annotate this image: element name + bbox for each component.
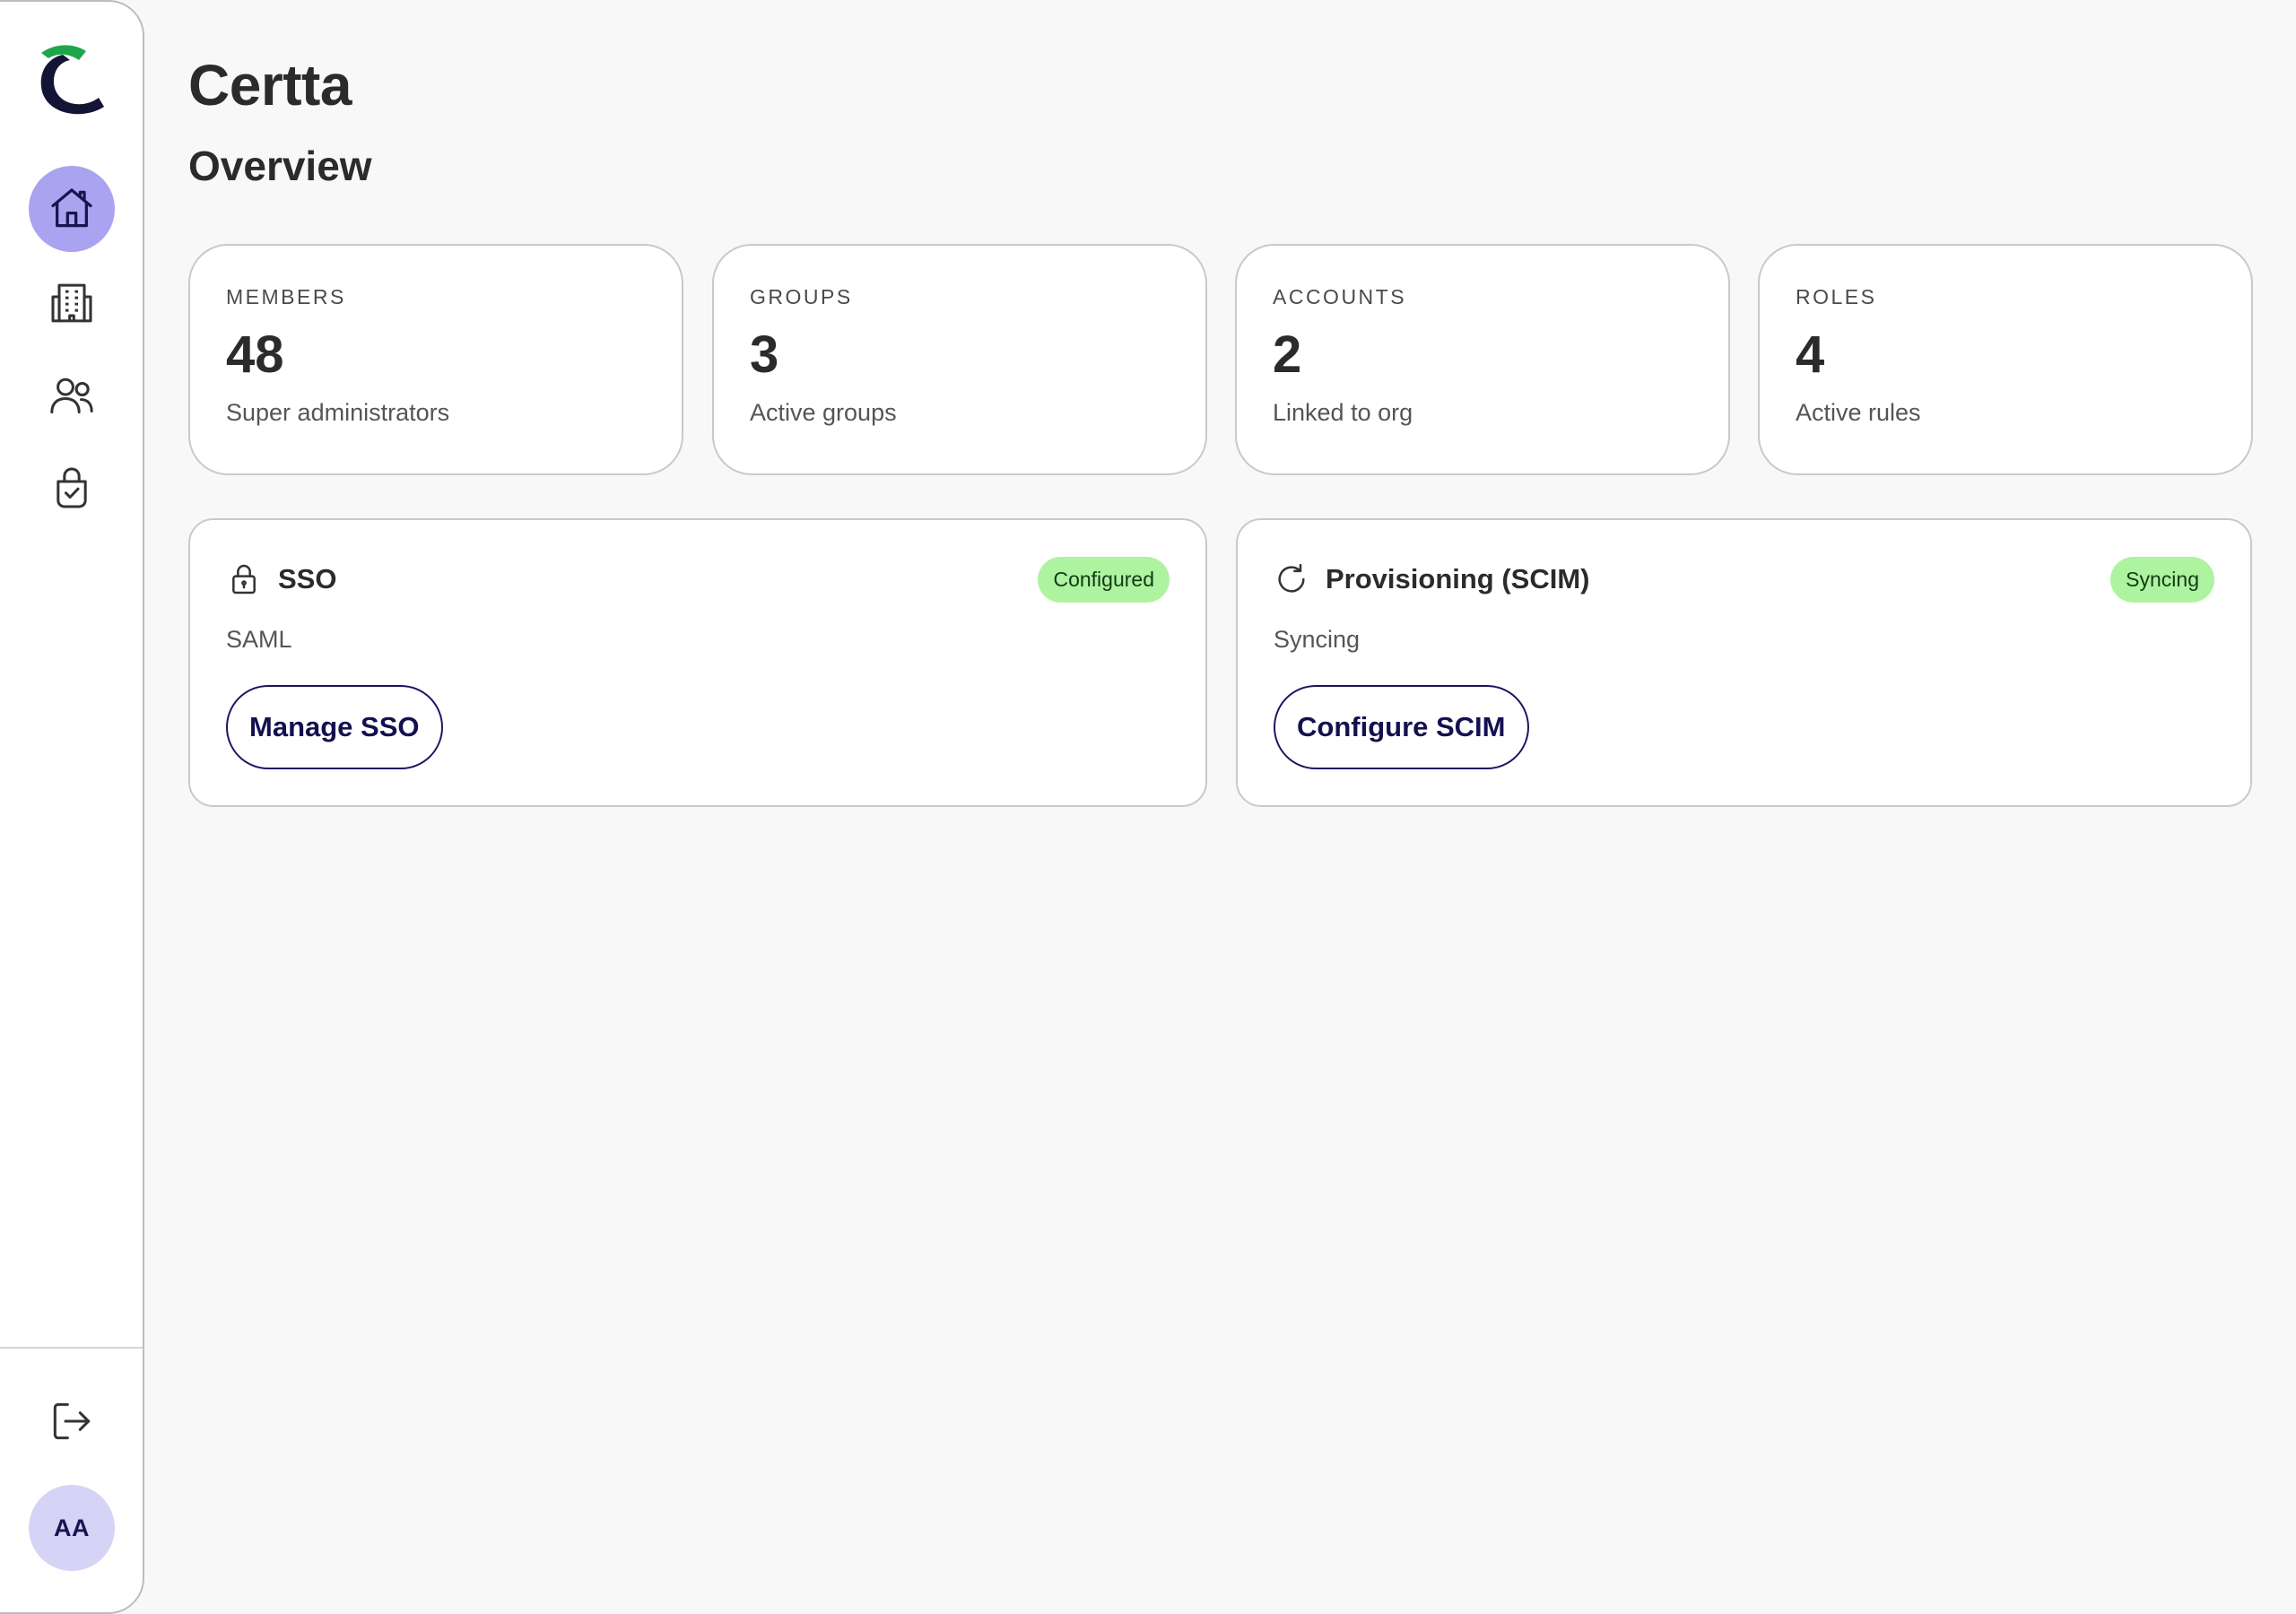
home-icon xyxy=(51,188,92,228)
stat-card-groups: GROUPS 3 Active groups xyxy=(712,244,1207,475)
sidebar-divider xyxy=(0,1347,143,1349)
sidebar-item-organizations[interactable] xyxy=(29,260,115,346)
sso-protocol: SAML xyxy=(226,626,292,653)
avatar[interactable]: AA xyxy=(29,1485,115,1571)
logout-button[interactable] xyxy=(29,1378,115,1464)
scim-status-badge: Syncing xyxy=(2110,556,2214,603)
scim-status-text: Syncing xyxy=(1274,626,1361,653)
stat-label: ACCOUNTS xyxy=(1273,285,1407,308)
app-title: Certta xyxy=(188,53,352,117)
lock-icon xyxy=(232,564,256,594)
stat-value: 3 xyxy=(750,325,779,384)
certta-logo-icon[interactable] xyxy=(36,42,108,118)
sso-card-header: SSO Configured xyxy=(226,556,1170,603)
scim-card: Provisioning (SCIM) Syncing Syncing Conf… xyxy=(1236,518,2252,807)
stat-label: ROLES xyxy=(1796,285,1877,308)
page-title: Overview xyxy=(188,143,372,189)
sidebar-item-security[interactable] xyxy=(29,445,115,531)
stat-subtitle: Active rules xyxy=(1796,399,1921,426)
logout-icon xyxy=(53,1402,91,1440)
stat-subtitle: Super administrators xyxy=(226,399,450,426)
manage-sso-button[interactable]: Manage SSO xyxy=(226,685,443,769)
stat-value: 48 xyxy=(226,325,284,384)
stat-value: 2 xyxy=(1273,325,1302,384)
sso-status-badge: Configured xyxy=(1038,556,1170,603)
refresh-icon xyxy=(1278,563,1305,593)
users-icon xyxy=(50,377,93,414)
sidebar: AA xyxy=(0,0,144,1614)
sso-card: SSO Configured SAML Manage SSO xyxy=(188,518,1207,807)
scim-title: Provisioning (SCIM) xyxy=(1326,563,1590,594)
stat-subtitle: Active groups xyxy=(750,399,897,426)
scim-card-header: Provisioning (SCIM) Syncing xyxy=(1274,556,2214,603)
stat-card-accounts: ACCOUNTS 2 Linked to org xyxy=(1235,244,1730,475)
sidebar-item-users[interactable] xyxy=(29,352,115,438)
shield-bag-icon xyxy=(57,467,87,508)
stat-card-members: MEMBERS 48 Super administrators xyxy=(188,244,683,475)
sidebar-item-home[interactable] xyxy=(29,166,115,252)
stat-subtitle: Linked to org xyxy=(1273,399,1413,426)
sso-title: SSO xyxy=(278,563,337,594)
stat-card-roles: ROLES 4 Active rules xyxy=(1758,244,2253,475)
building-icon xyxy=(51,283,92,323)
stat-value: 4 xyxy=(1796,325,1825,384)
stat-label: MEMBERS xyxy=(226,285,346,308)
stat-label: GROUPS xyxy=(750,285,853,308)
configure-scim-button[interactable]: Configure SCIM xyxy=(1274,685,1529,769)
